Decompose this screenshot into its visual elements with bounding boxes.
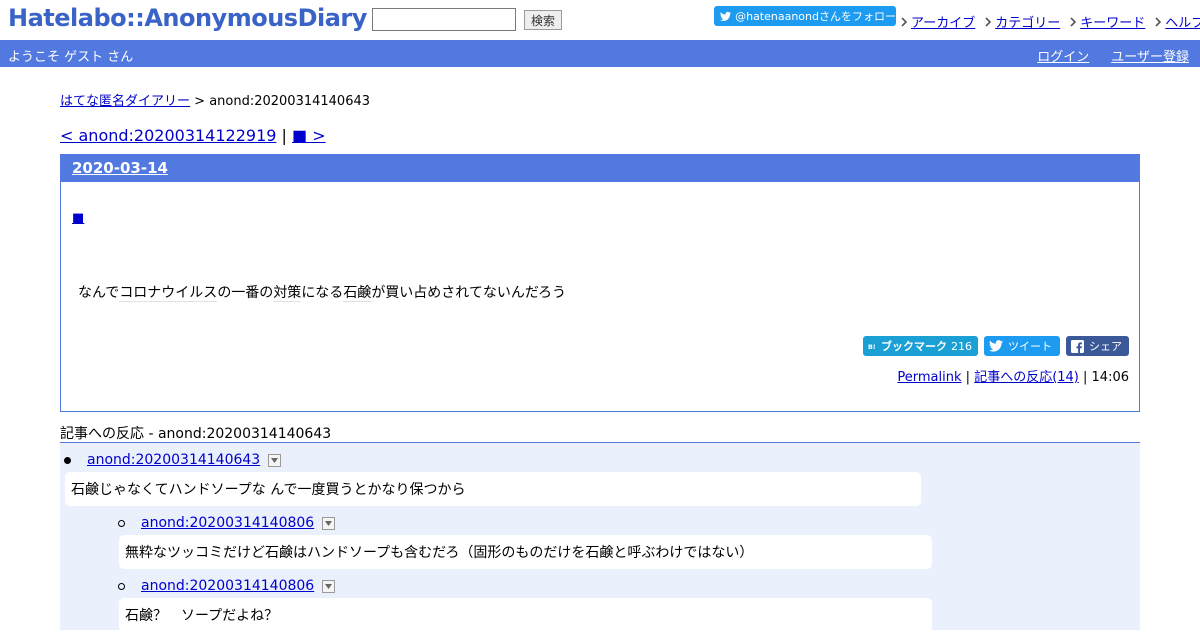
triangle-down-icon bbox=[271, 457, 279, 463]
account-links: ログイン ユーザー登録 bbox=[1015, 46, 1189, 65]
entry-pager: < anond:20200314122919 | ■ > bbox=[60, 126, 326, 145]
body-text: になる bbox=[301, 285, 344, 301]
reactions-title: 記事への反応 - anond:20200314140643 bbox=[60, 426, 332, 442]
bullet-circle-icon bbox=[118, 582, 125, 590]
tweet-button[interactable]: ツイート bbox=[984, 336, 1060, 356]
bookmark-label: ブックマーク bbox=[881, 340, 947, 353]
share-buttons: B! ブックマーク 216 ツイート シェア bbox=[857, 336, 1129, 356]
reaction-body: 石鹸じゃなくてハンドソープな んで一度買うとかなり保つから bbox=[65, 472, 921, 506]
top-header: Hatelabo::AnonymousDiary 検索 @hatenaanond… bbox=[0, 0, 1200, 40]
nav-help[interactable]: ヘルプ bbox=[1154, 12, 1200, 31]
reaction-menu-button[interactable] bbox=[268, 453, 282, 467]
nav-keyword[interactable]: キーワード bbox=[1069, 12, 1145, 31]
search-button[interactable]: 検索 bbox=[524, 10, 562, 30]
chevron-right-icon bbox=[1155, 16, 1162, 27]
hatena-bookmark-icon: B! bbox=[868, 344, 876, 351]
nav-category-link[interactable]: カテゴリー bbox=[995, 12, 1060, 31]
reaction-menu-button[interactable] bbox=[322, 579, 336, 593]
keyword-link[interactable]: 対策 bbox=[273, 285, 302, 302]
reaction-link[interactable]: anond:20200314140806 bbox=[141, 578, 314, 594]
top-nav: アーカイブ カテゴリー キーワード ヘルプ bbox=[900, 12, 1200, 31]
facebook-share-button[interactable]: シェア bbox=[1066, 336, 1129, 356]
tweet-label: ツイート bbox=[1008, 340, 1052, 353]
body-text: が買い占めされてないんだろう bbox=[371, 285, 567, 301]
chevron-right-icon bbox=[985, 16, 992, 27]
svg-text:B!: B! bbox=[868, 344, 876, 351]
breadcrumb-home-link[interactable]: はてな匿名ダイアリー bbox=[60, 94, 190, 109]
reaction-body: 無粋なツッコミだけど石鹸はハンドソープも含むだろ（固形のものだけを石鹸と呼ぶわけ… bbox=[119, 535, 932, 569]
permalink-link[interactable]: Permalink bbox=[897, 370, 961, 385]
nav-archive[interactable]: アーカイブ bbox=[900, 12, 975, 31]
meta-separator: | bbox=[961, 370, 975, 385]
welcome-text: ようこそ ゲスト さん bbox=[8, 50, 134, 65]
chevron-right-icon bbox=[901, 16, 908, 27]
login-link[interactable]: ログイン bbox=[1037, 46, 1089, 65]
prev-entry-link[interactable]: < anond:20200314122919 bbox=[60, 126, 276, 145]
body-text: の一番の bbox=[217, 285, 274, 301]
keyword-link[interactable]: コロナウイルス bbox=[119, 285, 218, 302]
triangle-down-icon bbox=[325, 520, 333, 526]
pager-separator: | bbox=[276, 126, 292, 145]
reaction-menu-button[interactable] bbox=[322, 516, 336, 530]
twitter-bird-icon bbox=[720, 11, 732, 21]
chevron-right-icon bbox=[1070, 16, 1077, 27]
reaction-link[interactable]: anond:20200314140643 bbox=[87, 452, 260, 468]
next-entry-link[interactable]: ■ > bbox=[292, 126, 326, 145]
nav-archive-link[interactable]: アーカイブ bbox=[911, 12, 975, 31]
twitter-bird-icon bbox=[989, 340, 1003, 352]
breadcrumb-current: anond:20200314140643 bbox=[209, 94, 371, 109]
body-text: なんで bbox=[78, 285, 120, 301]
bookmark-count: 216 bbox=[951, 339, 972, 353]
reaction-body: 石鹸？ ソープだよね？ bbox=[119, 598, 932, 632]
entry-date-header: 2020-03-14 bbox=[61, 155, 1139, 182]
diary-entry: 2020-03-14 ■ なんでコロナウイルスの一番の対策になる石鹸が買い占めさ… bbox=[60, 154, 1140, 412]
user-bar: ようこそ ゲスト さん ログイン ユーザー登録 bbox=[0, 40, 1200, 67]
hatena-bookmark-button[interactable]: B! ブックマーク 216 bbox=[863, 336, 978, 356]
twitter-follow-label: @hatenaanondさんをフォロー bbox=[735, 10, 896, 23]
register-link[interactable]: ユーザー登録 bbox=[1111, 46, 1189, 65]
reaction-item-header: anond:20200314140806 bbox=[118, 515, 336, 531]
breadcrumb-separator: > bbox=[190, 94, 210, 109]
bullet-circle-icon bbox=[118, 519, 125, 527]
search-input[interactable] bbox=[372, 8, 516, 31]
nav-category[interactable]: カテゴリー bbox=[984, 12, 1060, 31]
entry-footer: Permalink | 記事への反応(14) | 14:06 bbox=[897, 366, 1129, 385]
reactions-link[interactable]: 記事への反応(14) bbox=[974, 370, 1079, 385]
bullet-disc-icon bbox=[64, 456, 71, 464]
keyword-link[interactable]: 石鹸 bbox=[343, 285, 372, 302]
entry-body: なんでコロナウイルスの一番の対策になる石鹸が買い占めされてないんだろう bbox=[78, 282, 566, 302]
reaction-item-header: anond:20200314140643 bbox=[64, 452, 282, 468]
breadcrumb: はてな匿名ダイアリー > anond:20200314140643 bbox=[60, 90, 370, 109]
nav-help-link[interactable]: ヘルプ bbox=[1165, 12, 1200, 31]
twitter-follow-button[interactable]: @hatenaanondさんをフォロー bbox=[714, 6, 896, 26]
reactions-list: anond:20200314140643 石鹸じゃなくてハンドソープな んで一度… bbox=[60, 443, 1140, 632]
facebook-share-label: シェア bbox=[1089, 340, 1122, 353]
entry-permalink-square[interactable]: ■ bbox=[72, 211, 84, 226]
entry-time: 14:06 bbox=[1091, 370, 1129, 385]
nav-keyword-link[interactable]: キーワード bbox=[1080, 12, 1145, 31]
reaction-link[interactable]: anond:20200314140806 bbox=[141, 515, 314, 531]
reaction-item-header: anond:20200314140806 bbox=[118, 578, 336, 594]
meta-separator: | bbox=[1078, 370, 1092, 385]
site-logo[interactable]: Hatelabo::AnonymousDiary bbox=[8, 4, 367, 32]
facebook-f-icon bbox=[1071, 339, 1084, 353]
triangle-down-icon bbox=[325, 583, 333, 589]
entry-date[interactable]: 2020-03-14 bbox=[72, 159, 168, 177]
